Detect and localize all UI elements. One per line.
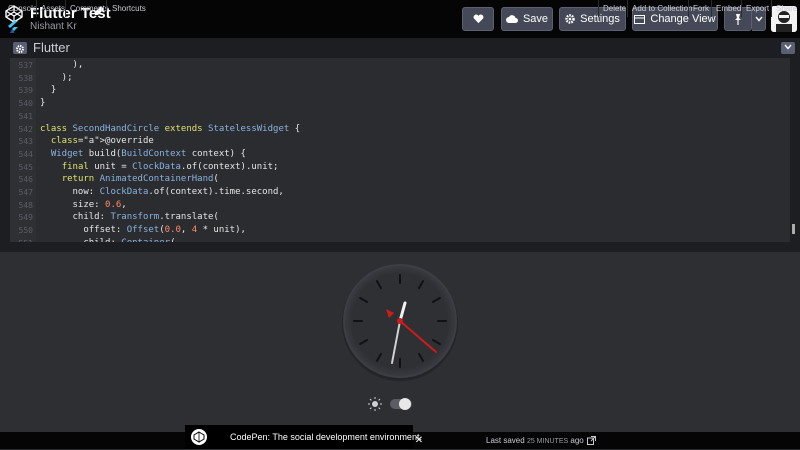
embed-button[interactable]: Embed <box>716 0 741 17</box>
analog-clock-icon <box>342 264 458 381</box>
line-number: 542 <box>18 124 33 134</box>
close-toast-button[interactable]: ✕ <box>413 435 425 447</box>
line-number: 550 <box>18 226 33 236</box>
line-number: 546 <box>18 175 33 185</box>
moon-icon <box>418 398 426 411</box>
delete-button[interactable]: Delete <box>603 0 626 17</box>
code-line: child: Transform.translate( <box>40 212 219 223</box>
codepen-logo-icon <box>191 429 207 445</box>
code-line: child: Container( <box>40 238 175 242</box>
code-line: final unit = ClockData.of(context).unit; <box>61 161 279 172</box>
footer-separator <box>65 0 66 17</box>
heart-icon <box>473 14 483 24</box>
line-number: 540 <box>18 99 33 109</box>
code-line: } <box>40 85 57 96</box>
line-number: 545 <box>18 162 33 172</box>
comments-button[interactable]: Comments <box>70 0 109 17</box>
author-name[interactable]: Nishant Kr <box>30 21 77 32</box>
code-line: return AnimatedContainerHand( <box>61 174 219 185</box>
last-saved-suffix: ago <box>570 436 584 445</box>
collapse-editor-button[interactable] <box>781 42 795 54</box>
line-number: 551 <box>13 239 33 242</box>
line-number: 544 <box>18 149 33 159</box>
line-number: 537 <box>18 61 33 70</box>
footer-separator <box>771 0 772 17</box>
footer-separator <box>36 0 37 17</box>
save-label: Save <box>522 13 549 25</box>
code-line: class SecondHandCircle extends Stateless… <box>40 123 301 134</box>
footer-separator <box>627 0 628 17</box>
code-area[interactable]: 537 ), 538 ); 539 } 540} 541 542 class SecondH… <box>10 58 790 242</box>
line-number: 549 <box>18 213 33 223</box>
line-number: 539 <box>18 86 33 96</box>
flutter-logo-icon <box>8 21 18 33</box>
toast-message: CodePen: The social development environm… <box>230 432 422 442</box>
chevron-down-icon <box>784 44 792 50</box>
save-button[interactable]: Save <box>501 7 553 31</box>
code-editor-panel: Flutter 537 ), 538 ); 539 } 540} 541 542 class… <box>0 38 800 246</box>
code-line: } <box>40 98 46 109</box>
last-saved-status: Last saved 25 MINUTES ago <box>486 432 584 449</box>
footer-separator <box>711 0 712 17</box>
shortcuts-button[interactable]: Shortcuts <box>112 0 146 17</box>
line-number: 538 <box>18 73 33 83</box>
close-icon: ✕ <box>414 435 424 446</box>
code-line: offset: Offset(0.0, 4 * unit), <box>40 225 246 236</box>
add-to-collection-button[interactable]: Add to Collection <box>632 0 692 17</box>
sun-icon <box>368 397 382 411</box>
gear-icon <box>565 14 575 24</box>
export-button[interactable]: Export <box>746 0 769 17</box>
line-number: 541 <box>18 111 33 121</box>
line-number: 543 <box>18 137 33 147</box>
editor-scrollbar[interactable] <box>792 224 795 234</box>
code-line: ); <box>40 72 73 83</box>
code-line: now: ClockData.of(context).time.second, <box>40 187 284 197</box>
footer-separator <box>741 0 742 17</box>
theme-toggle[interactable] <box>366 395 434 413</box>
fork-button[interactable]: Fork <box>693 0 709 17</box>
line-number: 548 <box>18 200 33 210</box>
gear-icon <box>16 45 24 53</box>
editor-header: Flutter <box>0 38 800 58</box>
code-line: size: 0.6, <box>40 199 127 210</box>
code-line: class="a">@override <box>50 136 154 147</box>
code-line: ), <box>40 60 84 70</box>
assets-button[interactable]: Assets <box>41 0 65 17</box>
footer-separator <box>688 0 689 17</box>
love-button[interactable] <box>462 7 494 31</box>
footer-separator <box>598 0 599 17</box>
line-number: 547 <box>18 188 33 197</box>
last-saved-time: 25 MINUTES <box>526 438 569 445</box>
share-button[interactable]: Share <box>776 0 797 17</box>
footer-separator <box>106 0 107 17</box>
code-line: Widget build(BuildContext context) { <box>50 148 246 159</box>
editor-settings-button[interactable] <box>13 42 27 54</box>
open-external-icon[interactable] <box>587 436 596 445</box>
editor-title: Flutter <box>33 40 70 55</box>
cloud-icon <box>505 15 518 23</box>
last-saved-label: Last saved <box>486 436 525 445</box>
console-button[interactable]: Console <box>8 0 37 17</box>
